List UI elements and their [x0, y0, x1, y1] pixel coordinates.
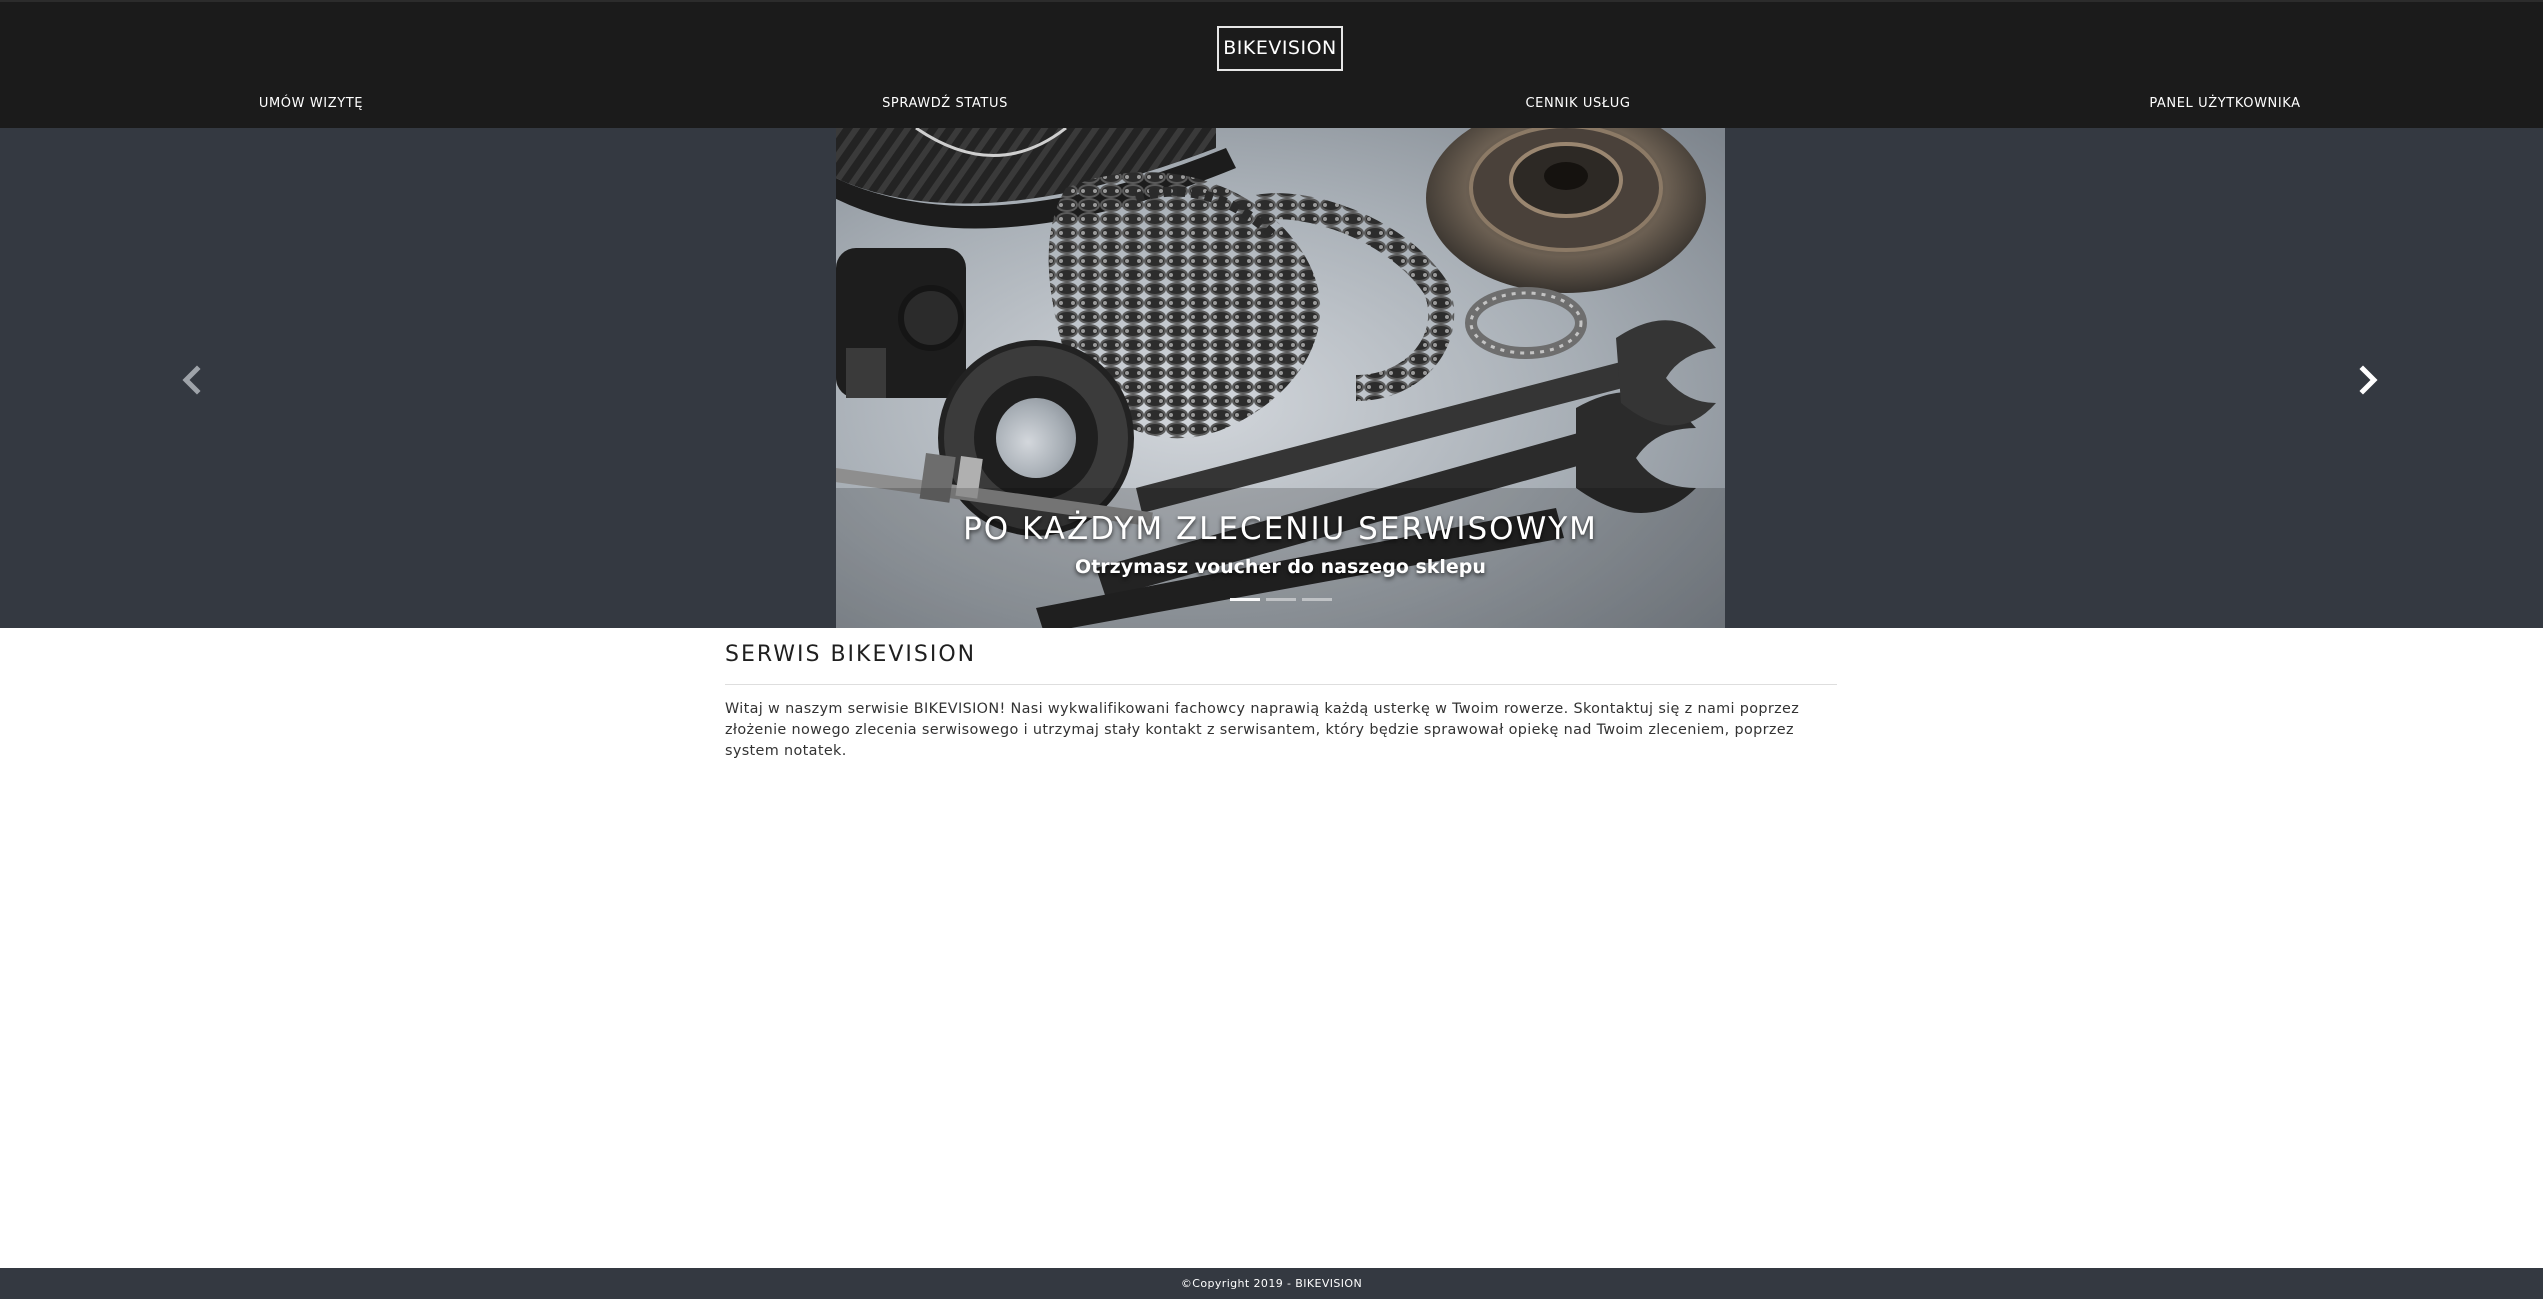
carousel-next-button[interactable] [2348, 360, 2388, 400]
carousel-indicator[interactable] [1265, 598, 1296, 601]
hero-carousel: PO KAŻDYM ZLECENIU SERWISOWYM Otrzymasz … [0, 128, 2543, 628]
carousel-caption-title: PO KAŻDYM ZLECENIU SERWISOWYM [963, 511, 1598, 547]
carousel-slide-image: PO KAŻDYM ZLECENIU SERWISOWYM Otrzymasz … [836, 128, 1725, 628]
intro-paragraph: Witaj w naszym serwisie BIKEVISION! Nasi… [725, 701, 1800, 759]
carousel-indicator[interactable] [1301, 598, 1332, 601]
top-navbar: BIKEVISION UMÓW WIZYTĘ SPRAWDŹ STATUS CE… [0, 0, 2543, 128]
chevron-left-icon [182, 365, 201, 395]
carousel-prev-button[interactable] [172, 360, 212, 400]
brand-logo[interactable]: BIKEVISION [1217, 26, 1343, 71]
copyright-text: ©Copyright 2019 - BIKEVISION [1180, 1277, 1363, 1290]
carousel-indicator[interactable] [1229, 598, 1260, 601]
nav-item-umow-wizyte[interactable]: UMÓW WIZYTĘ [161, 94, 461, 114]
chevron-right-icon [2359, 365, 2378, 395]
footer: ©Copyright 2019 - BIKEVISION [0, 1268, 2543, 1299]
carousel-caption-subtitle: Otrzymasz voucher do naszego sklepu [1075, 556, 1486, 578]
carousel-indicators [836, 598, 1725, 601]
nav-item-sprawdz-status[interactable]: SPRAWDŹ STATUS [795, 94, 1095, 114]
divider [725, 684, 1837, 685]
nav-item-panel-uzytkownika[interactable]: PANEL UŻYTKOWNIKA [2075, 94, 2375, 114]
bike-parts-illustration [836, 128, 1725, 628]
nav-item-cennik-uslug[interactable]: CENNIK USŁUG [1428, 94, 1728, 114]
page-title: SERWIS BIKEVISION [725, 642, 977, 667]
